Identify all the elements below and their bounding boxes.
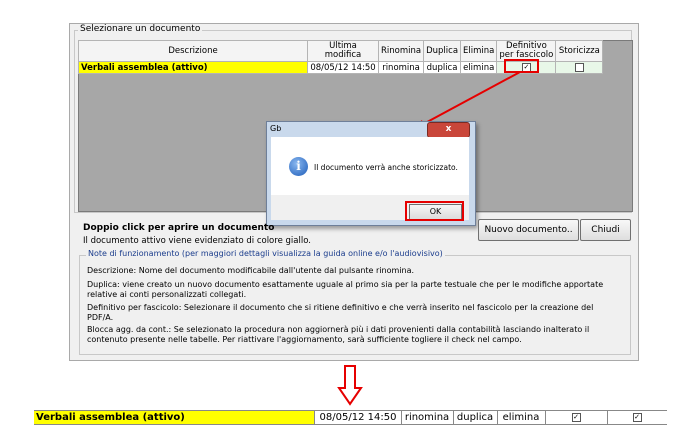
col-header-storicizza[interactable]: Storicizza: [555, 40, 604, 62]
dialog-message: Il documento verrà anche storicizzato.: [314, 163, 458, 172]
strip-storicizza-checkbox: ✓: [632, 412, 642, 422]
note-blocca: Blocca agg. da cont.: Se selezionato la …: [87, 325, 590, 344]
cell-storicizza: [555, 61, 604, 74]
cell-date: 08/05/12 14:50: [307, 61, 379, 74]
strip-storicizza: ✓: [607, 411, 667, 424]
col-header-descrizione[interactable]: Descrizione: [78, 40, 308, 62]
strip-description: Verbali assemblea (attivo): [34, 411, 315, 424]
dialog-title: Gb: [270, 124, 282, 133]
new-document-button[interactable]: Nuovo documento..: [478, 219, 579, 241]
col-header-rinomina[interactable]: Rinomina: [377, 40, 425, 62]
active-hint: Il documento attivo viene evidenziato di…: [83, 236, 311, 246]
down-arrow: [337, 365, 363, 406]
groupbox-legend: Selezionare un documento: [78, 24, 203, 34]
note-definitivo: Definitivo per fascicolo: Selezionare il…: [87, 303, 594, 322]
col-header-duplica[interactable]: Duplica: [423, 40, 462, 62]
info-icon: i: [289, 157, 308, 176]
strip-rinomina: rinomina: [401, 411, 454, 424]
note-descrizione: Descrizione: Nome del documento modifica…: [87, 266, 415, 275]
open-hint-title: Doppio click per aprire un documento: [83, 223, 275, 233]
col-header-ultima-modifica[interactable]: Ultima modifica: [307, 40, 379, 62]
strip-duplica: duplica: [453, 411, 498, 424]
notes-legend: Note di funzionamento (per maggiori dett…: [86, 249, 445, 258]
note-duplica: Duplica: viene creato un nuovo documento…: [87, 280, 604, 299]
strip-date: 08/05/12 14:50: [315, 411, 402, 424]
storicizza-checkbox[interactable]: [574, 62, 584, 72]
strip-definitivo: ✓: [545, 411, 608, 424]
col-header-elimina[interactable]: Elimina: [460, 40, 498, 62]
strip-definitivo-checkbox: ✓: [571, 412, 581, 422]
ok-highlight: [405, 201, 464, 221]
close-window-button[interactable]: Chiudi: [580, 219, 631, 241]
zoomed-row: Verbali assemblea (attivo) 08/05/12 14:5…: [34, 410, 667, 425]
strip-elimina: elimina: [497, 411, 546, 424]
close-button[interactable]: x: [427, 122, 470, 138]
cell-description[interactable]: Verbali assemblea (attivo): [78, 61, 308, 74]
